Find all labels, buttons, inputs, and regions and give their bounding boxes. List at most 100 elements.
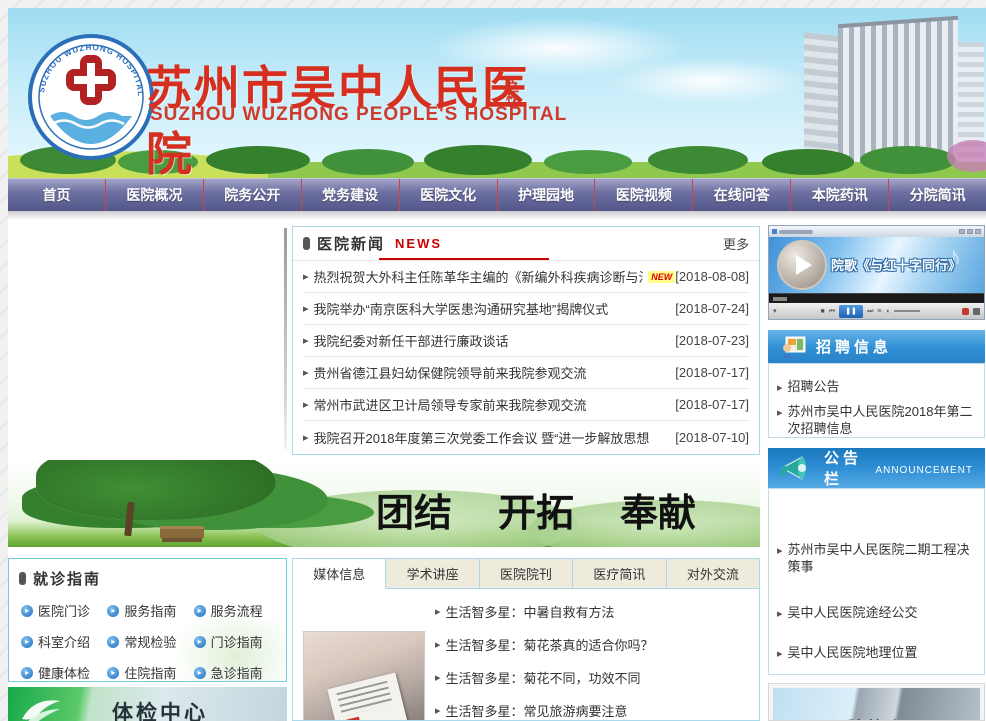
media-item[interactable]: ▸ 生活智多星：菊花不同，功效不同 (435, 661, 751, 694)
announcement-item[interactable]: ▸ 吴中人民医院途经公交 (777, 604, 918, 623)
video-player: ♪ ♫ 院歌《与红十字同行》 ▾ ■ ⏮ ❚❚ ⏭ ≡ ◖ (768, 225, 985, 320)
guide-link-departments[interactable]: ▸科室介绍 (21, 632, 107, 651)
slogan-word: 奉献 (620, 482, 696, 537)
record-icon[interactable] (962, 308, 969, 315)
checkup-title: 体检中心 (112, 697, 208, 721)
arrow-bullet-icon: ▸ (303, 302, 309, 315)
nav-item-home[interactable]: 首页 (8, 179, 105, 211)
nav-item-branch[interactable]: 分院简讯 (888, 179, 986, 211)
checkup-logo-icon (16, 689, 68, 721)
arrow-bullet-icon: ▸ (303, 398, 309, 411)
news-item[interactable]: ▸ 我院召开2018年度第三次党委工作会议 暨“进一步解放思想 [2018-07… (303, 421, 749, 453)
news-item[interactable]: ▸ 贵州省德江县妇幼保健院领导前来我院参观交流 [2018-07-17] (303, 357, 749, 389)
nav-item-pharmacy[interactable]: 本院药讯 (790, 179, 888, 211)
guide-link-health-checkup[interactable]: ▸ 健康体检 (21, 663, 107, 682)
play-icon (796, 255, 812, 275)
announcement-item[interactable]: ▸ 吴中人民医院地理位置 (777, 644, 918, 663)
announcement-header: 公告栏 ANNOUNCEMENT (768, 448, 985, 488)
announcement-title-en: ANNOUNCEMENT (875, 465, 973, 476)
news-panel: 医院新闻 NEWS 更多 ▸ 热烈祝贺大外科主任陈革华主编的《新编外科疾病诊断与… (292, 226, 760, 455)
guide-link-routine-tests[interactable]: ▸常规检验 (107, 632, 193, 651)
guide-link-inpatient-guide[interactable]: ▸住院指南 (107, 663, 193, 682)
guide-link-label: 门诊指南 (211, 632, 263, 651)
recruitment-title: 招聘信息 (816, 336, 892, 357)
news-more-link[interactable]: 更多 (723, 234, 749, 253)
play-button[interactable] (777, 240, 827, 290)
visit-guide-panel: 就诊指南 ▸医院门诊 ▸服务指南 ▸服务流程 ▸科室介绍 ▸常规检验 ▸门诊指南… (8, 558, 287, 682)
arrow-bullet-icon: ▸ (777, 543, 783, 575)
guide-link-service-flow[interactable]: ▸服务流程 (194, 601, 280, 620)
hospital-intro-image: 医院简介 (773, 688, 980, 721)
news-item[interactable]: ▸ 我院纪委对新任干部进行廉政谈话 [2018-07-23] (303, 325, 749, 357)
playlist-dropdown-icon[interactable]: ▾ (773, 308, 777, 315)
site-title-en: SUZHOU WUZHONG PEOPLE'S HOSPITAL (150, 104, 567, 126)
recruitment-item[interactable]: ▸ 招聘公告 (777, 378, 976, 397)
circle-arrow-icon: ▸ (21, 636, 33, 648)
guide-link-outpatient-guide[interactable]: ▸门诊指南 (194, 632, 280, 651)
news-title: 医院新闻 (317, 233, 385, 254)
tab-journal[interactable]: 医院院刊 (480, 559, 573, 588)
settings-icon[interactable] (973, 308, 980, 315)
news-list: ▸ 热烈祝贺大外科主任陈革华主编的《新编外科疾病诊断与治 NEW [2018-0… (293, 261, 759, 453)
slogan-banner: 团结 开拓 奉献 (8, 460, 760, 547)
nav-item-qa[interactable]: 在线问答 (692, 179, 790, 211)
nav-item-video[interactable]: 医院视频 (594, 179, 692, 211)
minimize-icon[interactable] (959, 229, 965, 234)
volume-icon[interactable]: ◖ (885, 308, 889, 315)
arrow-bullet-icon: ▸ (303, 270, 309, 283)
news-item[interactable]: ▸ 热烈祝贺大外科主任陈革华主编的《新编外科疾病诊断与治 NEW [2018-0… (303, 261, 749, 293)
nav-item-nursing[interactable]: 护理园地 (497, 179, 595, 211)
page: SUZHOU WUZHONG HOSPITAL 苏州市吴中人民医院 之忱 SUZ… (0, 0, 986, 721)
circle-arrow-icon: ▸ (21, 667, 33, 679)
announcement-item[interactable]: ▸ 苏州市吴中人民医院二期工程决策事 (777, 541, 980, 575)
news-title-en: NEWS (395, 236, 442, 251)
recruitment-item[interactable]: ▸ 苏州市吴中人民医院2018年第二次招聘信息 (777, 403, 976, 437)
stop-icon[interactable]: ■ (821, 308, 825, 315)
recruitment-item-text: 苏州市吴中人民医院2018年第二次招聘信息 (788, 403, 976, 437)
announcement-title: 公告栏 (824, 447, 865, 489)
player-app-icon (772, 229, 777, 234)
volume-slider[interactable] (894, 310, 920, 312)
news-item[interactable]: ▸ 常州市武进区卫计局领导专家前来我院参观交流 [2018-07-17] (303, 389, 749, 421)
playlist-icon[interactable]: ≡ (877, 308, 881, 315)
newspaper-masthead (341, 717, 363, 721)
guide-link-label: 健康体检 (38, 663, 90, 682)
guide-link-label: 常规检验 (124, 632, 176, 651)
news-item-text: 我院举办“南京医科大学医患沟通研究基地”揭牌仪式 (314, 299, 609, 318)
next-icon[interactable]: ⏭ (867, 308, 873, 315)
tab-exchange[interactable]: 对外交流 (667, 559, 759, 588)
previous-icon[interactable]: ⏮ (829, 308, 835, 315)
maximize-icon[interactable] (967, 229, 973, 234)
tab-briefs[interactable]: 医疗简讯 (573, 559, 666, 588)
pause-button[interactable]: ❚❚ (839, 305, 863, 318)
media-item[interactable]: ▸ 生活智多星：常见旅游病要注意 (435, 694, 751, 721)
checkup-center-banner[interactable]: 体检中心 (8, 687, 287, 721)
close-icon[interactable] (975, 229, 981, 234)
newspaper-image (327, 672, 410, 721)
tab-media-info[interactable]: 媒体信息 (293, 559, 386, 589)
news-item[interactable]: ▸ 我院举办“南京医科大学医患沟通研究基地”揭牌仪式 [2018-07-24] (303, 293, 749, 325)
tab-lectures[interactable]: 学术讲座 (386, 559, 479, 588)
player-info-bar (769, 293, 984, 303)
player-status-text (773, 297, 787, 301)
media-item[interactable]: ▸ 生活智多星：菊花茶真的适合你吗？ (435, 628, 751, 661)
guide-link-outpatient[interactable]: ▸医院门诊 (21, 601, 107, 620)
news-item-text: 我院召开2018年度第三次党委工作会议 暨“进一步解放思想 (314, 428, 650, 447)
arrow-bullet-icon: ▸ (435, 638, 441, 651)
nav-item-overview[interactable]: 医院概况 (105, 179, 203, 211)
guide-link-service-guide[interactable]: ▸服务指南 (107, 601, 193, 620)
site-header: SUZHOU WUZHONG HOSPITAL 苏州市吴中人民医院 之忱 SUZ… (8, 8, 986, 178)
media-item[interactable]: ▸ 生活智多星：中暑自救有方法 (435, 595, 751, 628)
announcement-item-text: 苏州市吴中人民医院二期工程决策事 (788, 541, 980, 575)
news-item-text: 我院纪委对新任干部进行廉政谈话 (314, 331, 509, 350)
guide-link-emergency-guide[interactable]: ▸急诊指南 (194, 663, 280, 682)
nav-item-party[interactable]: 党务建设 (301, 179, 399, 211)
news-item-text: 热烈祝贺大外科主任陈革华主编的《新编外科疾病诊断与治 (314, 267, 644, 286)
nav-item-affairs[interactable]: 院务公开 (203, 179, 301, 211)
media-photo (303, 631, 425, 721)
guide-links: ▸医院门诊 ▸服务指南 ▸服务流程 ▸科室介绍 ▸常规检验 ▸门诊指南 ▸健康体… (9, 593, 286, 682)
player-screen: ♪ ♫ 院歌《与红十字同行》 (769, 237, 984, 293)
media-list: ▸ 生活智多星：中暑自救有方法 ▸ 生活智多星：菊花茶真的适合你吗？ ▸ 生活智… (435, 595, 751, 721)
hospital-intro-panel[interactable]: 医院简介 (768, 683, 985, 721)
nav-item-culture[interactable]: 医院文化 (399, 179, 497, 211)
